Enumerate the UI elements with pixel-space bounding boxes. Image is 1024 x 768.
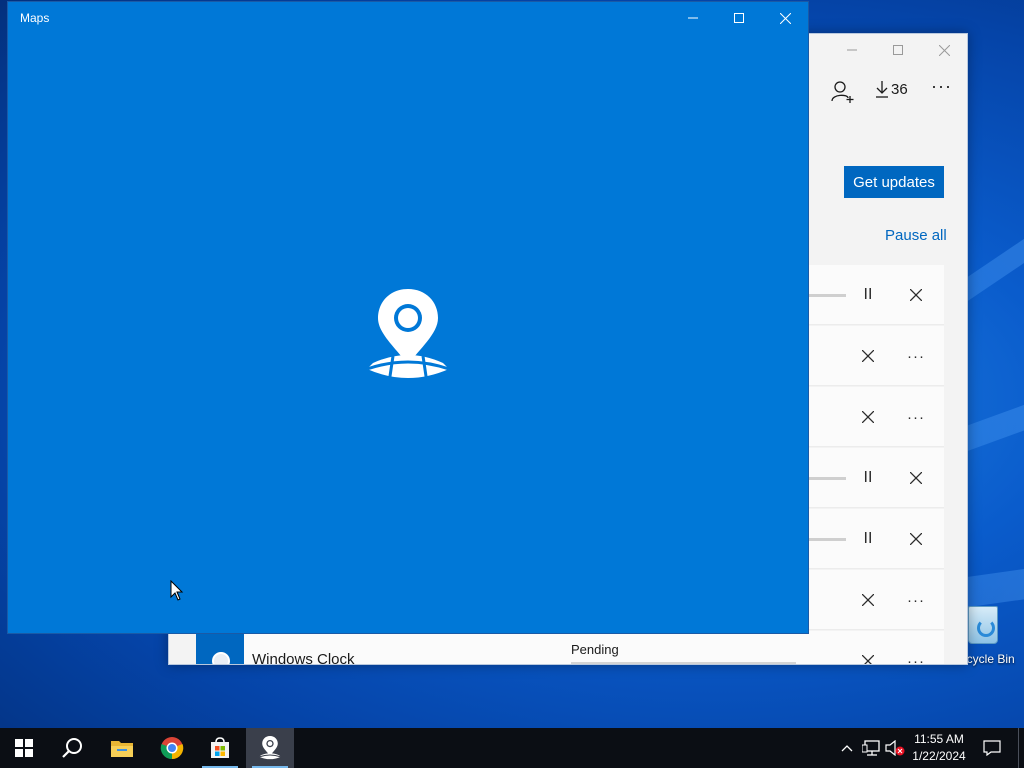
- recycle-bin-icon: [968, 606, 998, 644]
- cancel-button[interactable]: [856, 405, 880, 429]
- more-button[interactable]: ···: [904, 588, 928, 612]
- maps-window: Maps: [7, 1, 809, 634]
- more-button[interactable]: ···: [904, 344, 928, 368]
- cancel-button[interactable]: [856, 588, 880, 612]
- close-icon: [862, 350, 874, 362]
- more-button[interactable]: ···: [904, 649, 928, 665]
- start-button[interactable]: [0, 728, 48, 768]
- cancel-button[interactable]: [904, 466, 928, 490]
- more-icon: ···: [907, 408, 925, 426]
- download-icon: [876, 81, 888, 98]
- pause-button[interactable]: II: [856, 283, 880, 307]
- add-account-button[interactable]: [831, 80, 855, 104]
- pause-icon: II: [863, 286, 873, 303]
- close-icon: [862, 594, 874, 606]
- list-item-windows-clock: Windows Clock Pending ···: [196, 631, 944, 665]
- window-title: Maps: [20, 11, 50, 25]
- person-add-icon: [831, 81, 854, 103]
- maps-maximize-button[interactable]: [716, 2, 762, 34]
- pause-icon: II: [863, 530, 873, 547]
- volume-button[interactable]: [884, 728, 906, 768]
- show-hidden-icons-button[interactable]: [838, 728, 856, 768]
- taskbar: 11:55 AM 1/22/2024: [0, 728, 1024, 768]
- clock-app-icon: [196, 634, 244, 664]
- app-name: Windows Clock: [252, 651, 355, 665]
- cancel-button[interactable]: [856, 344, 880, 368]
- more-icon: ···: [907, 591, 925, 609]
- minimize-icon: [847, 49, 857, 51]
- more-button[interactable]: ···: [904, 405, 928, 429]
- clock-time: 11:55 AM: [914, 732, 964, 746]
- taskbar-clock[interactable]: 11:55 AM 1/22/2024: [904, 731, 974, 765]
- more-options-button[interactable]: ···: [931, 76, 952, 97]
- search-icon: [62, 738, 82, 758]
- pause-button[interactable]: II: [856, 527, 880, 551]
- close-icon: [862, 411, 874, 423]
- maps-close-button[interactable]: [762, 2, 808, 34]
- close-icon: [779, 12, 791, 24]
- minimize-icon: [688, 17, 698, 19]
- store-maximize-button[interactable]: [875, 34, 921, 66]
- search-button[interactable]: [48, 728, 96, 768]
- close-icon: [938, 44, 950, 56]
- more-icon: ···: [907, 347, 925, 365]
- volume-muted-icon: [885, 740, 905, 756]
- folder-icon: [111, 741, 133, 757]
- maps-icon: [259, 736, 281, 760]
- maps-taskbar-button[interactable]: [246, 728, 294, 768]
- maps-logo-icon: [366, 289, 450, 384]
- store-close-button[interactable]: [921, 34, 967, 66]
- get-updates-button[interactable]: Get updates: [844, 166, 944, 198]
- downloads-count: 36: [891, 80, 908, 98]
- mouse-cursor-icon: [170, 580, 184, 601]
- microsoft-store-button[interactable]: [196, 728, 244, 768]
- store-bag-icon: [211, 737, 229, 758]
- progress-bar: [571, 662, 796, 664]
- network-icon: [862, 740, 880, 756]
- chevron-up-icon: [841, 745, 853, 752]
- close-icon: [910, 289, 922, 301]
- cancel-button[interactable]: [856, 649, 880, 664]
- close-icon: [910, 533, 922, 545]
- network-button[interactable]: [860, 728, 882, 768]
- close-icon: [910, 472, 922, 484]
- file-explorer-button[interactable]: [98, 728, 146, 768]
- downloads-button[interactable]: 36: [875, 80, 908, 98]
- cancel-button[interactable]: [904, 283, 928, 307]
- download-status: Pending: [571, 642, 619, 657]
- pause-all-link[interactable]: Pause all: [885, 227, 947, 244]
- maximize-icon: [734, 13, 744, 23]
- chrome-icon: [160, 737, 184, 760]
- notification-icon: [983, 740, 1001, 756]
- pause-button[interactable]: II: [856, 466, 880, 490]
- show-desktop-button[interactable]: [1018, 728, 1024, 768]
- more-icon: ···: [931, 76, 952, 96]
- windows-logo-icon: [15, 739, 33, 757]
- store-minimize-button[interactable]: [829, 34, 875, 66]
- close-icon: [862, 655, 874, 664]
- cancel-button[interactable]: [904, 527, 928, 551]
- maps-minimize-button[interactable]: [670, 2, 716, 34]
- action-center-button[interactable]: [980, 728, 1004, 768]
- pause-icon: II: [863, 469, 873, 486]
- clock-date: 1/22/2024: [912, 749, 966, 763]
- chrome-button[interactable]: [148, 728, 196, 768]
- more-icon: ···: [907, 652, 925, 665]
- maximize-icon: [893, 45, 903, 55]
